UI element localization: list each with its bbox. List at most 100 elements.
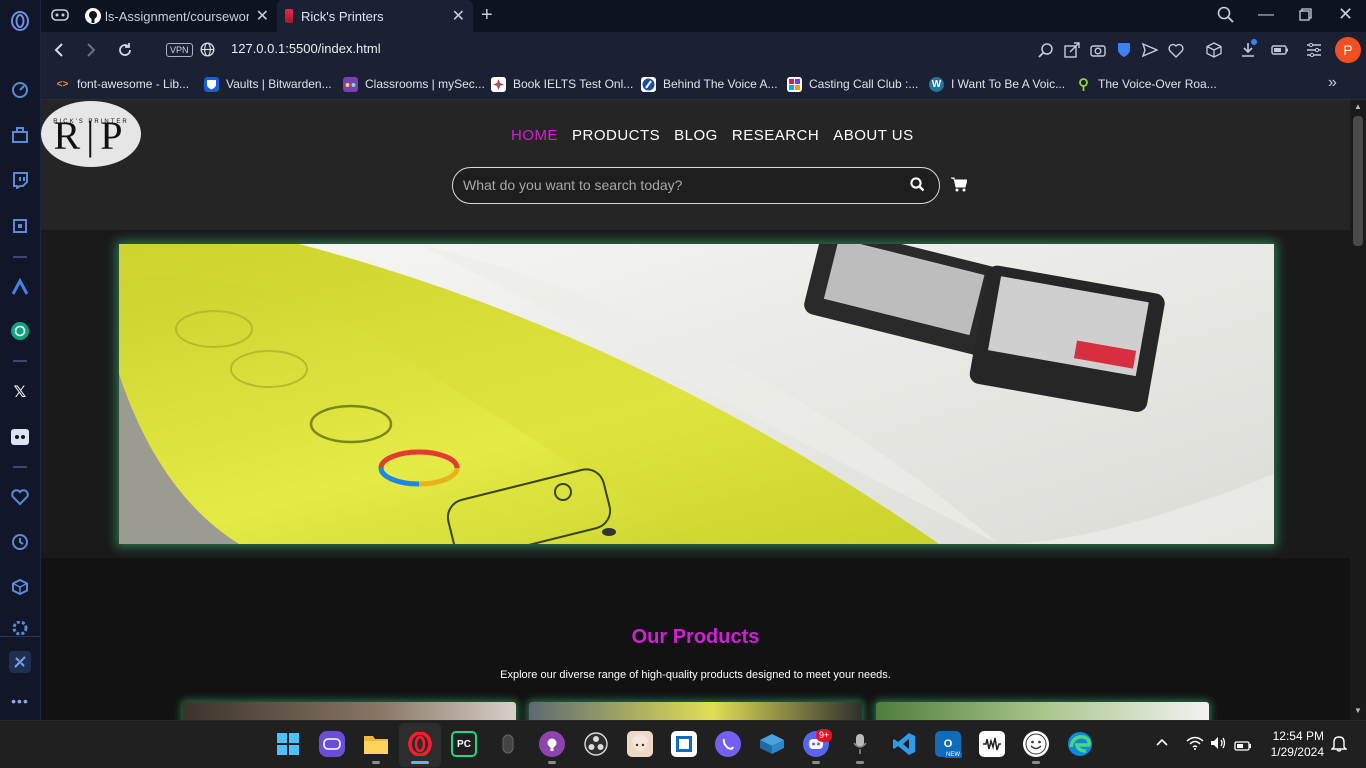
share-icon[interactable] [1062,40,1082,60]
tab-github[interactable]: ls-Assignment/coursework/ ✕ [77,0,277,32]
opera-menu-icon[interactable] [9,10,31,32]
battery-saver-icon[interactable] [1270,40,1290,60]
twitch-icon[interactable] [9,169,31,191]
send-icon[interactable] [1140,40,1160,60]
wifi-icon[interactable] [1186,736,1204,755]
sidebar-separator [0,636,40,637]
easy-setup-icon[interactable] [1304,40,1324,60]
heart-icon[interactable] [9,486,31,508]
product-card[interactable] [529,702,862,720]
restore-icon[interactable] [1299,8,1312,26]
tab-island-icon[interactable] [51,7,69,28]
volume-icon[interactable] [1210,736,1228,755]
scrollbar-thumb[interactable] [1353,116,1363,246]
site-logo[interactable]: R|P RICK'S PRINTER [41,101,141,167]
minimize-icon[interactable]: — [1258,6,1274,24]
bookmark-label: Vaults | Bitwarden... [226,77,332,91]
github-desktop-icon[interactable] [539,731,565,757]
mouse-app-icon[interactable] [495,731,521,757]
virtualbox-icon[interactable] [759,731,785,757]
system-clock[interactable]: 12:54 PM 1/29/2024 [1258,728,1324,760]
tab-close-icon[interactable]: ✕ [256,6,269,26]
aria-icon[interactable] [9,215,31,237]
reload-icon[interactable] [115,40,135,60]
pycharm-icon[interactable]: PC [451,731,477,757]
search-in-page-icon[interactable] [1036,40,1056,60]
emoji-app-icon[interactable] [1023,731,1049,757]
audio-editor-icon[interactable] [979,731,1005,757]
product-card[interactable] [876,702,1209,720]
more-options-icon[interactable]: ••• [9,690,31,712]
bookmark-item[interactable]: The Voice-Over Roa... [1076,75,1217,93]
page-scrollbar[interactable]: ▲ ▼ [1350,100,1366,720]
show-hidden-icons-chevron-icon[interactable] [1156,737,1168,749]
vscode-icon[interactable] [891,731,917,757]
nav-about-us[interactable]: ABOUT US [833,127,913,144]
tab-close-icon[interactable]: ✕ [452,6,465,26]
opera-taskbar-icon[interactable] [407,731,433,757]
bookmark-item[interactable]: Casting Call Club :... [787,75,918,93]
vpn-badge[interactable]: VPN [166,43,193,57]
favorite-heart-icon[interactable] [1166,40,1186,60]
profile-avatar[interactable]: P [1335,37,1361,63]
speed-dial-icon[interactable] [9,79,31,101]
site-search-input[interactable] [463,177,893,193]
x-twitter-icon[interactable]: 𝕏 [9,381,31,403]
url-field[interactable]: 127.0.0.1:5500/index.html [231,41,381,56]
new-tab-icon[interactable]: + [481,4,493,27]
bookmark-label: Behind The Voice A... [663,77,778,91]
downloads-icon[interactable] [1238,39,1258,60]
bitwarden-icon [204,76,219,92]
controller-app-icon[interactable] [319,731,345,757]
extensions-cube-icon[interactable] [1204,40,1224,60]
workspaces-icon[interactable] [9,124,31,146]
edge-icon[interactable] [1067,731,1093,757]
history-icon[interactable] [9,531,31,553]
hero-section [41,230,1350,558]
browser-sidebar: 𝕏 ••• [0,0,41,720]
discord-icon[interactable] [9,426,31,448]
forward-icon[interactable] [81,40,101,60]
anime-app-icon[interactable] [627,731,653,757]
nav-home[interactable]: HOME [511,127,558,144]
bookmark-item[interactable]: Book IELTS Test Onl... [491,75,633,93]
snapshot-camera-icon[interactable] [1088,40,1108,60]
viber-icon[interactable] [715,731,741,757]
bookmark-item[interactable]: Behind The Voice A... [641,75,778,93]
bookmark-item[interactable]: Vaults | Bitwarden... [204,75,332,93]
product-card[interactable] [183,702,516,720]
search-icon[interactable] [910,177,925,197]
notepad-icon[interactable] [671,731,697,757]
bookmark-item[interactable]: Classrooms | mySec... [343,75,485,93]
bookmark-item[interactable]: <> font-awesome - Lib... [55,75,189,93]
site-info-globe-icon[interactable] [200,42,215,62]
nav-products[interactable]: PRODUCTS [572,127,660,144]
nav-blog[interactable]: BLOG [674,127,718,144]
microphone-app-icon[interactable] [847,731,873,757]
file-explorer-icon[interactable] [363,731,389,757]
running-indicator [812,761,820,764]
site-header: R|P RICK'S PRINTER HOME PRODUCTS BLOG RE… [41,100,1350,230]
window-close-icon[interactable]: ✕ [1338,4,1353,25]
bookmark-item[interactable]: W I Want To Be A Voic... [929,75,1065,93]
ielts-icon [491,76,506,92]
customize-sidebar-icon[interactable] [9,651,31,673]
scroll-up-icon[interactable]: ▲ [1354,102,1362,111]
tab-ricks-printers[interactable]: Rick's Printers ✕ [277,0,473,32]
more-bookmarks-icon[interactable]: » [1328,74,1337,92]
extensions-icon[interactable] [9,576,31,598]
obs-icon[interactable] [583,731,609,757]
tab-search-icon[interactable] [1217,6,1235,29]
back-icon[interactable] [49,40,69,60]
start-menu-icon[interactable] [275,731,301,757]
running-indicator [411,761,429,764]
notifications-bell-icon[interactable] [1330,734,1348,757]
battery-icon[interactable] [1234,738,1252,756]
cart-icon[interactable] [951,177,968,197]
arc-app-icon[interactable] [9,276,31,298]
bitwarden-shield-icon[interactable] [1114,40,1134,60]
scroll-down-icon[interactable]: ▼ [1354,706,1362,715]
settings-icon[interactable] [9,621,31,635]
chatgpt-icon[interactable] [9,320,31,342]
nav-research[interactable]: RESEARCH [732,127,819,144]
